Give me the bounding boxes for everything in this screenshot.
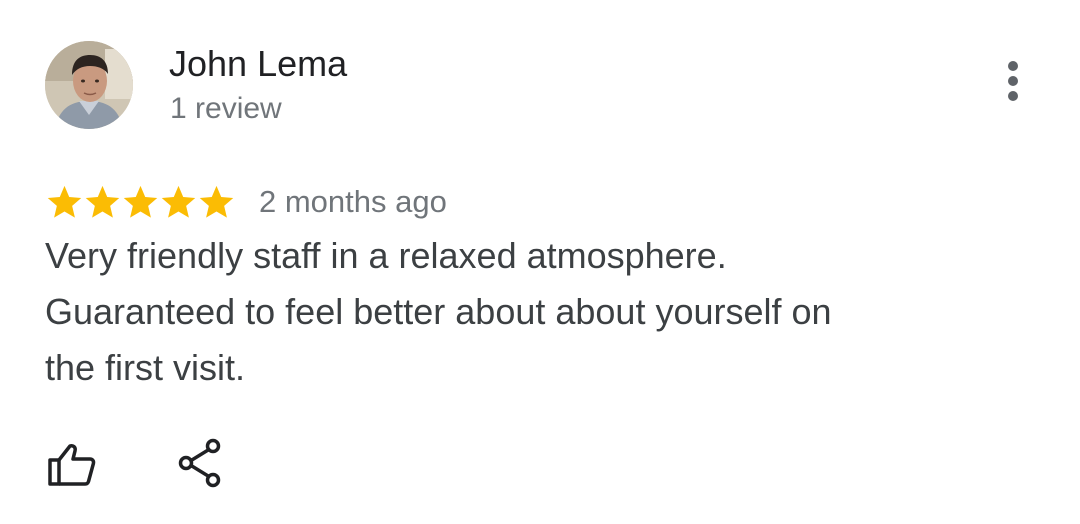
review-date: 2 months ago: [259, 184, 447, 219]
review-count[interactable]: 1 review: [170, 91, 282, 127]
more-options-button[interactable]: [995, 55, 1031, 107]
star-icon: [161, 185, 196, 218]
more-vertical-icon: [1008, 61, 1018, 71]
star-icon: [123, 185, 158, 218]
thumbs-up-outline-icon: [48, 444, 96, 486]
review-text-line: Guaranteed to feel better about about yo…: [45, 291, 832, 332]
review-text-line: Very friendly staff in a relaxed atmosph…: [45, 235, 727, 276]
share-button[interactable]: [178, 438, 224, 488]
like-button[interactable]: [46, 442, 98, 488]
more-vertical-icon-dot: [1008, 76, 1018, 86]
avatar[interactable]: [45, 41, 133, 129]
share-icon: [178, 438, 221, 488]
star-icon: [85, 185, 120, 218]
rating-row: 2 months ago: [45, 178, 447, 226]
review-text: Very friendly staff in a relaxed atmosph…: [45, 228, 925, 396]
avatar-photo: [45, 41, 133, 129]
star-icon: [47, 185, 82, 218]
author-name[interactable]: John Lema: [169, 44, 347, 84]
more-vertical-icon-dot: [1008, 91, 1018, 101]
review-text-line: the first visit.: [45, 347, 246, 388]
review-card: John Lema 1 review 2 months ago Very fri…: [0, 0, 1080, 524]
star-rating: [45, 183, 235, 222]
star-icon: [199, 185, 234, 218]
